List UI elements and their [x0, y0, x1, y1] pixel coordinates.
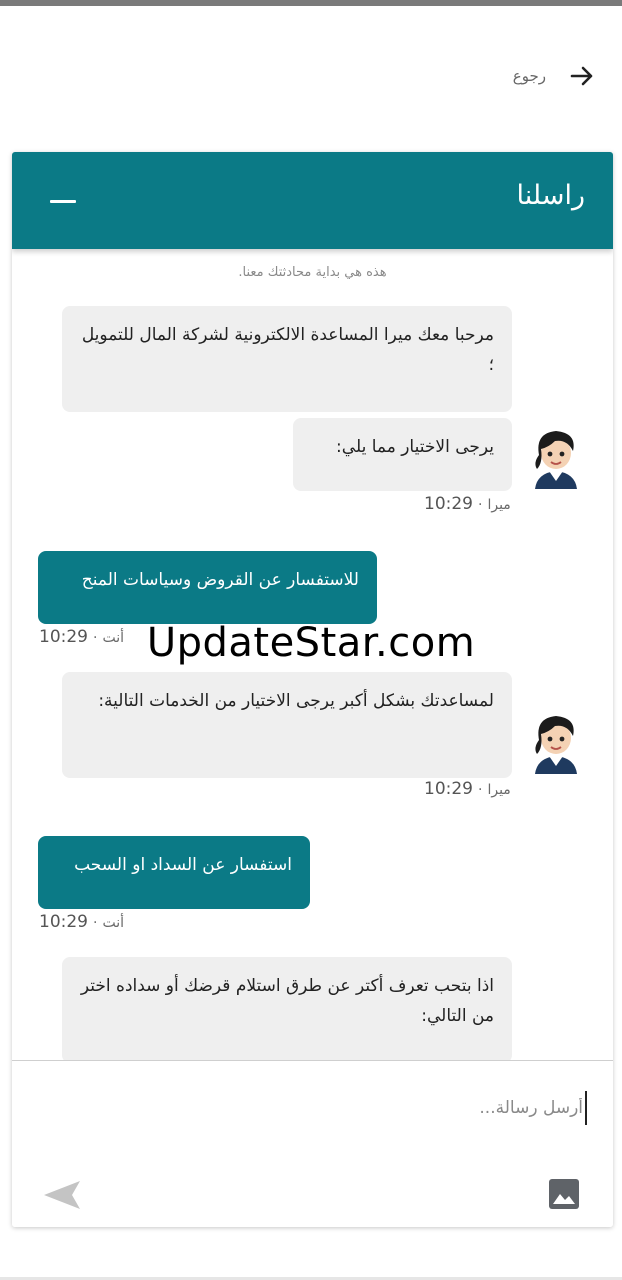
message-time: 10:29	[424, 494, 473, 514]
image-upload-icon[interactable]	[547, 1177, 581, 1211]
message-time: 10:29	[39, 912, 88, 932]
arrow-right-icon[interactable]	[568, 62, 596, 90]
chat-widget: راسلنا هذه هي بداية محادثتك معنا. مرحبا …	[12, 152, 613, 1227]
bot-message: اذا بتحب تعرف أكتر عن طرق استلام قرضك أو…	[62, 957, 512, 1060]
bot-message-meta: 10:29 · ميرا	[424, 779, 511, 799]
back-navigation[interactable]: رجوع	[513, 58, 596, 94]
back-label: رجوع	[512, 67, 546, 85]
sender-name: أنت	[102, 915, 124, 931]
user-message: للاستفسار عن القروض وسياسات المنح	[38, 551, 377, 624]
minimize-button[interactable]	[48, 186, 78, 216]
message-input[interactable]	[67, 1091, 587, 1125]
bot-avatar-icon	[535, 431, 577, 489]
bot-message: مرحبا معك ميرا المساعدة الالكترونية لشرك…	[62, 306, 512, 412]
user-message: استفسار عن السداد او السحب	[38, 836, 310, 909]
send-icon[interactable]	[42, 1178, 82, 1212]
chat-title: راسلنا	[516, 180, 585, 211]
meta-separator: ·	[478, 782, 483, 798]
meta-separator: ·	[93, 915, 98, 931]
sender-name: ميرا	[487, 497, 511, 513]
bot-message: لمساعدتك بشكل أكبر يرجى الاختيار من الخد…	[62, 672, 512, 778]
message-time: 10:29	[424, 779, 473, 799]
bot-message-meta: 10:29 · ميرا	[424, 494, 511, 514]
sender-name: ميرا	[487, 782, 511, 798]
watermark: UpdateStar.com	[146, 620, 476, 666]
message-composer	[12, 1060, 613, 1227]
chat-header: راسلنا	[12, 152, 613, 249]
meta-separator: ·	[478, 497, 483, 513]
minus-icon	[50, 199, 76, 203]
bot-message: يرجى الاختيار مما يلي:	[293, 418, 512, 491]
top-status-strip	[0, 0, 622, 6]
conversation-start-note: هذه هي بداية محادثتك معنا.	[238, 265, 387, 280]
user-message-meta: أنت · 10:29	[39, 912, 124, 932]
bot-avatar-icon	[535, 716, 577, 774]
